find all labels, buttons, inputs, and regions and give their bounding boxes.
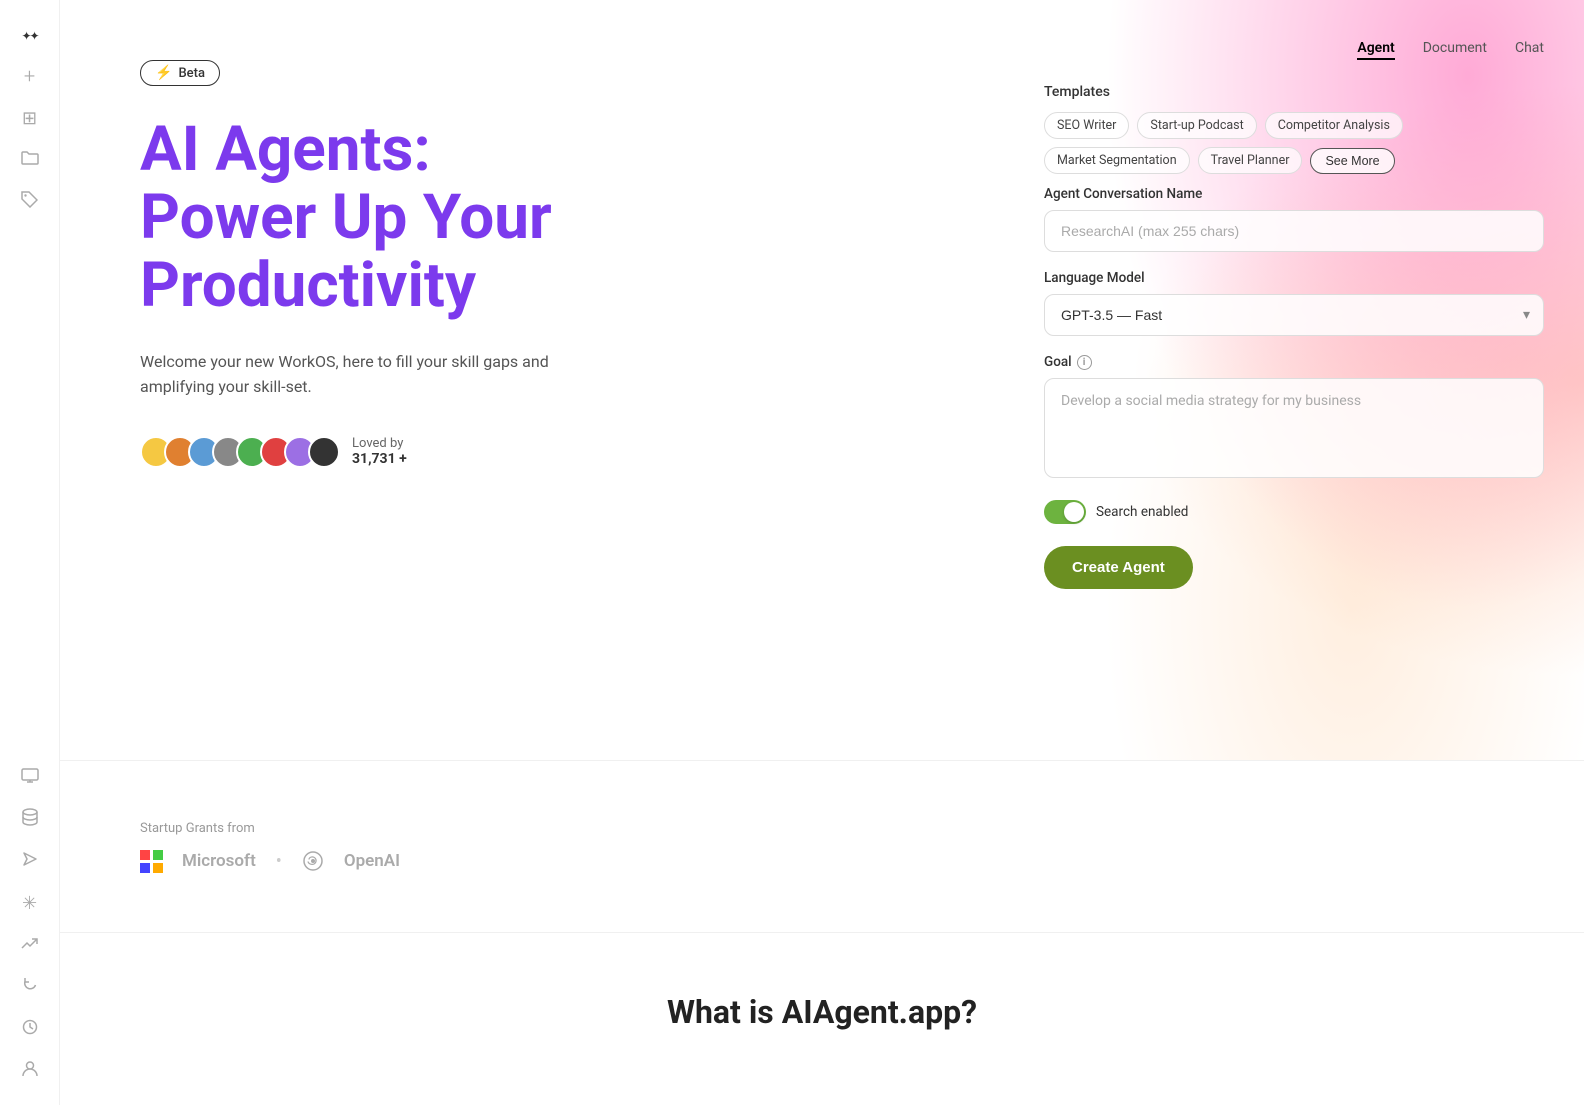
hero-section: ⚡ Beta AI Agents: Power Up Your Producti… <box>60 0 1584 760</box>
openai-icon <box>302 850 324 872</box>
separator: • <box>276 851 282 872</box>
info-icon: i <box>1077 355 1092 370</box>
hero-title-line3: Productivity <box>140 249 476 322</box>
grid-icon: ⊞ <box>22 108 37 129</box>
template-chips: SEO Writer Start-up Podcast Competitor A… <box>1044 112 1544 174</box>
hero-left: ⚡ Beta AI Agents: Power Up Your Producti… <box>60 0 1004 760</box>
agent-name-input[interactable] <box>1044 210 1544 252</box>
create-agent-button[interactable]: Create Agent <box>1044 546 1193 589</box>
model-label-text: Language Model <box>1044 270 1145 286</box>
hero-right: Agent Document Chat Templates SEO Writer… <box>1004 0 1584 760</box>
model-select[interactable]: GPT-3.5 — Fast GPT-4 GPT-4 Turbo <box>1044 294 1544 336</box>
nav-tabs: Agent Document Chat <box>1044 40 1544 60</box>
tag-icon <box>21 191 38 213</box>
goal-label-text: Goal <box>1044 354 1072 370</box>
what-section: What is AIAgent.app? <box>60 932 1584 1091</box>
chip-startup-podcast[interactable]: Start-up Podcast <box>1137 112 1256 139</box>
sidebar-icon-send[interactable] <box>12 843 48 879</box>
monitor-icon <box>21 767 39 788</box>
main-content: ⚡ Beta AI Agents: Power Up Your Producti… <box>60 0 1584 1105</box>
toggle-knob <box>1064 502 1084 522</box>
model-field-label: Language Model <box>1044 270 1544 286</box>
hero-title: AI Agents: Power Up Your Productivity <box>140 116 720 321</box>
sidebar-icon-grid[interactable]: ⊞ <box>12 100 48 136</box>
trending-icon <box>21 935 38 956</box>
sidebar-icon-db[interactable] <box>12 801 48 837</box>
sidebar-icon-clock[interactable] <box>12 1011 48 1047</box>
tab-chat[interactable]: Chat <box>1515 40 1544 60</box>
grants-label: Startup Grants from <box>140 821 1504 836</box>
chip-travel-planner[interactable]: Travel Planner <box>1198 147 1303 174</box>
hero-title-line2: Power Up Your <box>140 181 552 254</box>
search-label: Search enabled <box>1096 504 1188 520</box>
sidebar-icon-asterisk[interactable]: ✳ <box>12 885 48 921</box>
ms-yellow <box>153 863 163 873</box>
database-icon <box>22 808 38 831</box>
sidebar-icon-refresh[interactable] <box>12 969 48 1005</box>
beta-badge: ⚡ Beta <box>140 60 220 86</box>
loved-count: 31,731 + <box>352 451 407 467</box>
loved-by-label: Loved by <box>352 436 407 451</box>
microsoft-logo-grid <box>140 850 162 872</box>
folder-icon <box>21 150 39 171</box>
flash-icon: ⚡ <box>155 65 172 81</box>
ms-red <box>140 850 150 860</box>
see-more-button[interactable]: See More <box>1310 148 1394 174</box>
chip-market-segmentation[interactable]: Market Segmentation <box>1044 147 1190 174</box>
openai-name: OpenAI <box>344 851 400 871</box>
what-title: What is AIAgent.app? <box>140 993 1504 1031</box>
name-label-text: Agent Conversation Name <box>1044 186 1202 202</box>
refresh-icon <box>22 977 38 998</box>
avatar-stack <box>140 436 340 468</box>
tab-agent[interactable]: Agent <box>1357 40 1394 60</box>
goal-textarea[interactable] <box>1044 378 1544 478</box>
user-icon <box>22 1060 38 1082</box>
microsoft-name: Microsoft <box>182 851 256 871</box>
avatar <box>308 436 340 468</box>
chip-competitor-analysis[interactable]: Competitor Analysis <box>1265 112 1403 139</box>
loved-text: Loved by 31,731 + <box>352 436 407 467</box>
ms-green <box>153 850 163 860</box>
send-icon <box>22 851 38 872</box>
ms-blue <box>140 863 150 873</box>
clock-icon <box>22 1019 38 1040</box>
sidebar: ⊞ <box>0 0 60 1105</box>
goal-field-label: Goal i <box>1044 354 1544 370</box>
name-field-label: Agent Conversation Name <box>1044 186 1544 202</box>
sidebar-icon-user[interactable] <box>12 1053 48 1089</box>
sparkle-icon <box>21 24 37 45</box>
chip-seo-writer[interactable]: SEO Writer <box>1044 112 1129 139</box>
search-toggle[interactable] <box>1044 500 1086 524</box>
asterisk-icon: ✳ <box>22 893 37 914</box>
grants-section: Startup Grants from Microsoft • OpenAI <box>60 760 1584 932</box>
hero-title-line1: AI Agents: <box>140 113 431 186</box>
tab-document[interactable]: Document <box>1423 40 1487 60</box>
sidebar-icon-tag[interactable] <box>12 184 48 220</box>
model-select-wrapper: GPT-3.5 — Fast GPT-4 GPT-4 Turbo ▾ <box>1044 294 1544 336</box>
form-panel: Agent Document Chat Templates SEO Writer… <box>1004 0 1584 629</box>
templates-label: Templates <box>1044 84 1544 100</box>
beta-label: Beta <box>178 66 205 81</box>
sidebar-icon-trending[interactable] <box>12 927 48 963</box>
toggle-row: Search enabled <box>1044 500 1544 524</box>
hero-description: Welcome your new WorkOS, here to fill yo… <box>140 349 620 400</box>
sidebar-icon-folder[interactable] <box>12 142 48 178</box>
sidebar-icon-sparkle[interactable] <box>12 16 48 52</box>
plus-icon <box>24 64 35 88</box>
sidebar-icon-monitor[interactable] <box>12 759 48 795</box>
avatars-row: Loved by 31,731 + <box>140 436 924 468</box>
sidebar-icon-plus[interactable] <box>12 58 48 94</box>
grants-logos: Microsoft • OpenAI <box>140 850 1504 872</box>
